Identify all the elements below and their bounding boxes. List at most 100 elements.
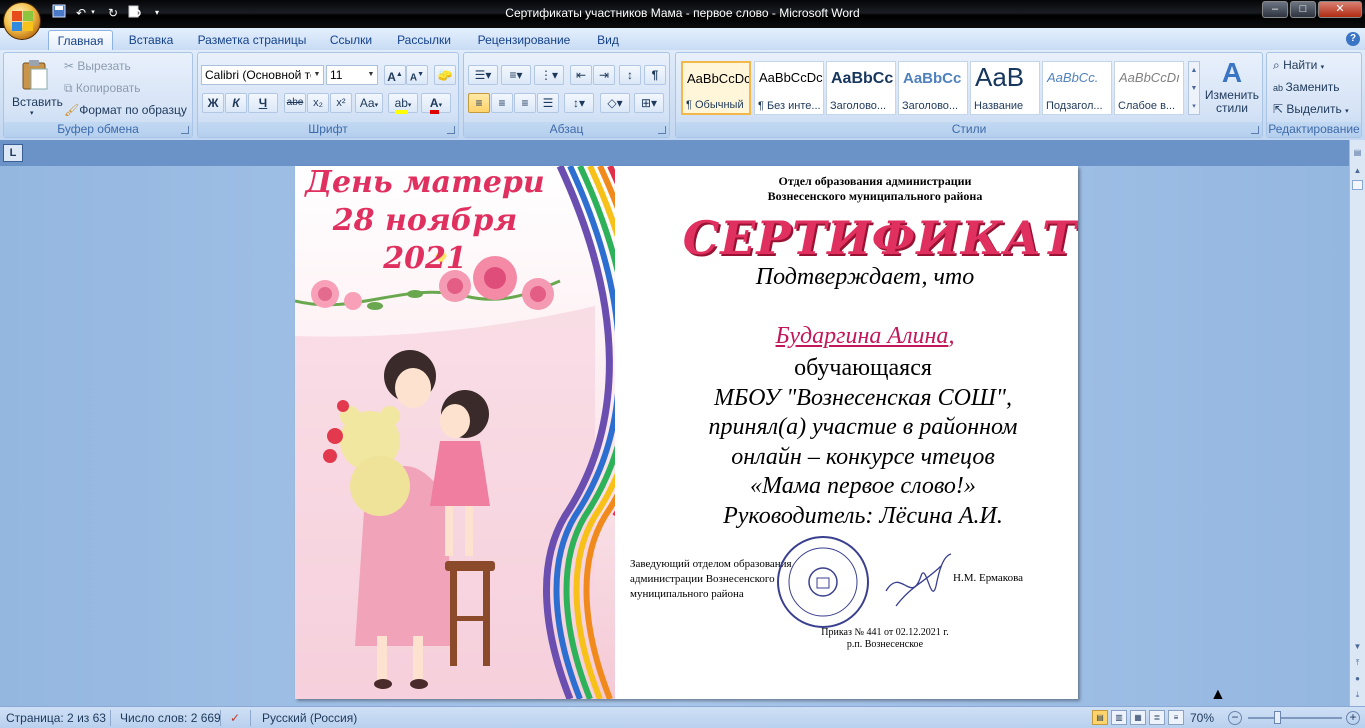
style-heading-1[interactable]: AaBbCc Заголово... [826,61,896,115]
find-button[interactable]: ⌕ Найти ▾ [1273,58,1324,73]
status-divider [220,710,221,726]
subscript-button[interactable]: x₂ [307,93,329,113]
ruler-row: L [0,140,1365,166]
tab-view[interactable]: Вид [590,30,626,50]
language-indicator[interactable]: Русский (Россия) [262,711,357,725]
tab-selector-icon[interactable]: L [3,144,23,162]
confirms-text: Подтверждает, что [755,264,975,290]
browse-object-icon[interactable]: ● [1351,672,1364,686]
change-styles-button[interactable]: A Изменить стили [1204,57,1260,121]
participant-name: Бударгина Алина, [775,323,955,349]
align-right-icon[interactable]: ≡ [514,93,536,113]
clipboard-launcher-icon[interactable] [181,126,189,134]
scissors-icon: ✂ [64,59,78,73]
tab-mailings[interactable]: Рассылки [390,30,458,50]
paste-button[interactable]: Вставить ▾ [12,57,63,121]
status-divider [250,710,251,726]
format-painter-button[interactable]: 🖌Формат по образцу [64,103,187,117]
justify-icon[interactable]: ☰ [537,93,559,113]
cut-button[interactable]: ✂ Вырезать [64,59,131,73]
scroll-down-icon[interactable]: ▼ [1351,640,1364,654]
tab-references[interactable]: Ссылки [322,30,380,50]
font-color-button[interactable]: A▾ [421,93,451,114]
style-subtitle[interactable]: AaBbCc. Подзагол... [1042,61,1112,115]
pilcrow-icon[interactable]: ¶ [644,65,666,85]
styles-icon: A [1221,57,1243,88]
underline-button[interactable]: Ч [248,93,278,113]
zoom-in-icon[interactable]: + [1346,711,1360,725]
zoom-out-icon[interactable]: − [1228,711,1242,725]
document-page[interactable]: День матери 28 ноября 2021 Отдел образов… [295,166,1078,699]
align-center-icon[interactable]: ≡ [491,93,513,113]
sort-icon[interactable]: ↕ [619,65,641,85]
align-left-icon[interactable]: ≡ [468,93,490,113]
replace-button[interactable]: ab Заменить [1273,80,1339,94]
tab-review[interactable]: Рецензирование [468,30,580,50]
previous-page-icon[interactable]: ⤒ [1351,656,1364,670]
font-size-combo[interactable]: 11 ▼ [326,65,378,85]
styles-launcher-icon[interactable] [1251,126,1259,134]
next-page-icon[interactable]: ⤓ [1351,688,1364,702]
highlight-color-button[interactable]: ab▾ [388,93,418,114]
style-no-spacing[interactable]: AaBbCcDc ¶ Без инте... [754,61,824,115]
status-divider [110,710,111,726]
maximize-button[interactable]: □ [1290,1,1316,18]
zoom-level[interactable]: 70% [1190,711,1214,725]
scroll-up-icon[interactable]: ▲ [1351,164,1364,178]
increase-indent-icon[interactable]: ⇥ [593,65,615,85]
scroll-thumb[interactable] [1352,180,1363,190]
superscript-button[interactable]: x² [330,93,352,113]
editing-group-title: Редактирование [1267,122,1361,137]
grow-font-button[interactable]: A▲ [384,65,406,85]
style-heading-2[interactable]: AaBbCc Заголово... [898,61,968,115]
ruler-toggle-icon[interactable]: ▤ [1351,146,1364,160]
font-launcher-icon[interactable] [447,126,455,134]
word-count[interactable]: Число слов: 2 669 [120,711,221,725]
style-subtle-emphasis[interactable]: AaBbCcDı Слабое в... [1114,61,1184,115]
paragraph-group: ☰▾ ≡▾ ⋮▾ ⇤ ⇥ ↕ ¶ ≡ ≡ ≡ ☰ ↕▾ ◇▾ ⊞▾ Абзац [463,52,670,138]
mouse-cursor-icon: ▲ [1210,686,1226,703]
line-spacing-icon[interactable]: ↕▾ [564,93,594,113]
tab-page-layout[interactable]: Разметка страницы [192,30,312,50]
shading-icon[interactable]: ◇▾ [600,93,630,113]
bold-button[interactable]: Ж [202,93,224,113]
bullets-icon[interactable]: ☰▾ [468,65,498,85]
multilevel-list-icon[interactable]: ⋮▾ [534,65,564,85]
font-name-combo[interactable]: Calibri (Основной те ▼ [201,65,324,85]
cursor-icon: ⇱ [1273,102,1287,116]
full-screen-reading-icon[interactable]: ▥ [1111,710,1127,725]
italic-button[interactable]: К [225,93,247,113]
clear-formatting-icon[interactable]: 🧽 [434,65,456,85]
ribbon: Вставить ▾ ✂ Вырезать ⧉ Копировать 🖌Форм… [0,50,1365,140]
change-case-button[interactable]: Aa▾ [355,93,383,113]
spelling-check-icon[interactable]: ✓ [230,711,240,725]
page-count[interactable]: Страница: 2 из 63 [6,711,106,725]
vertical-scrollbar[interactable]: ▤ ▲ ▼ ⤒ ● ⤓ [1349,140,1365,706]
shrink-font-button[interactable]: A▼ [406,65,428,85]
zoom-slider-thumb[interactable] [1274,711,1281,724]
select-button[interactable]: ⇱ Выделить ▾ [1273,102,1349,116]
numbering-icon[interactable]: ≡▾ [501,65,531,85]
tab-insert[interactable]: Вставка [120,30,182,50]
styles-scroll[interactable]: ▲ ▼ ▾ [1188,61,1200,115]
editing-group: ⌕ Найти ▾ ab Заменить ⇱ Выделить ▾ Редак… [1266,52,1362,138]
borders-icon[interactable]: ⊞▾ [634,93,664,113]
close-button[interactable]: ✕ [1318,1,1362,18]
binoculars-icon: ⌕ [1273,58,1284,72]
minimize-button[interactable]: – [1262,1,1288,18]
style-title[interactable]: AaB Название [970,61,1040,115]
tab-home[interactable]: Главная [48,30,113,50]
help-icon[interactable]: ? [1346,32,1360,46]
style-normal[interactable]: AaBbCcDc ¶ Обычный [681,61,751,115]
copy-button[interactable]: ⧉ Копировать [64,81,141,96]
web-layout-icon[interactable]: ▦ [1130,710,1146,725]
print-layout-view-icon[interactable]: ▤ [1092,710,1108,725]
font-group-title: Шрифт [198,122,458,137]
draft-view-icon[interactable]: ≡ [1168,710,1184,725]
decrease-indent-icon[interactable]: ⇤ [570,65,592,85]
outline-view-icon[interactable]: ≣ [1149,710,1165,725]
paragraph-launcher-icon[interactable] [658,126,666,134]
zoom-slider[interactable] [1248,717,1342,719]
office-button[interactable] [3,2,41,40]
strikethrough-button[interactable]: abe [284,93,306,113]
